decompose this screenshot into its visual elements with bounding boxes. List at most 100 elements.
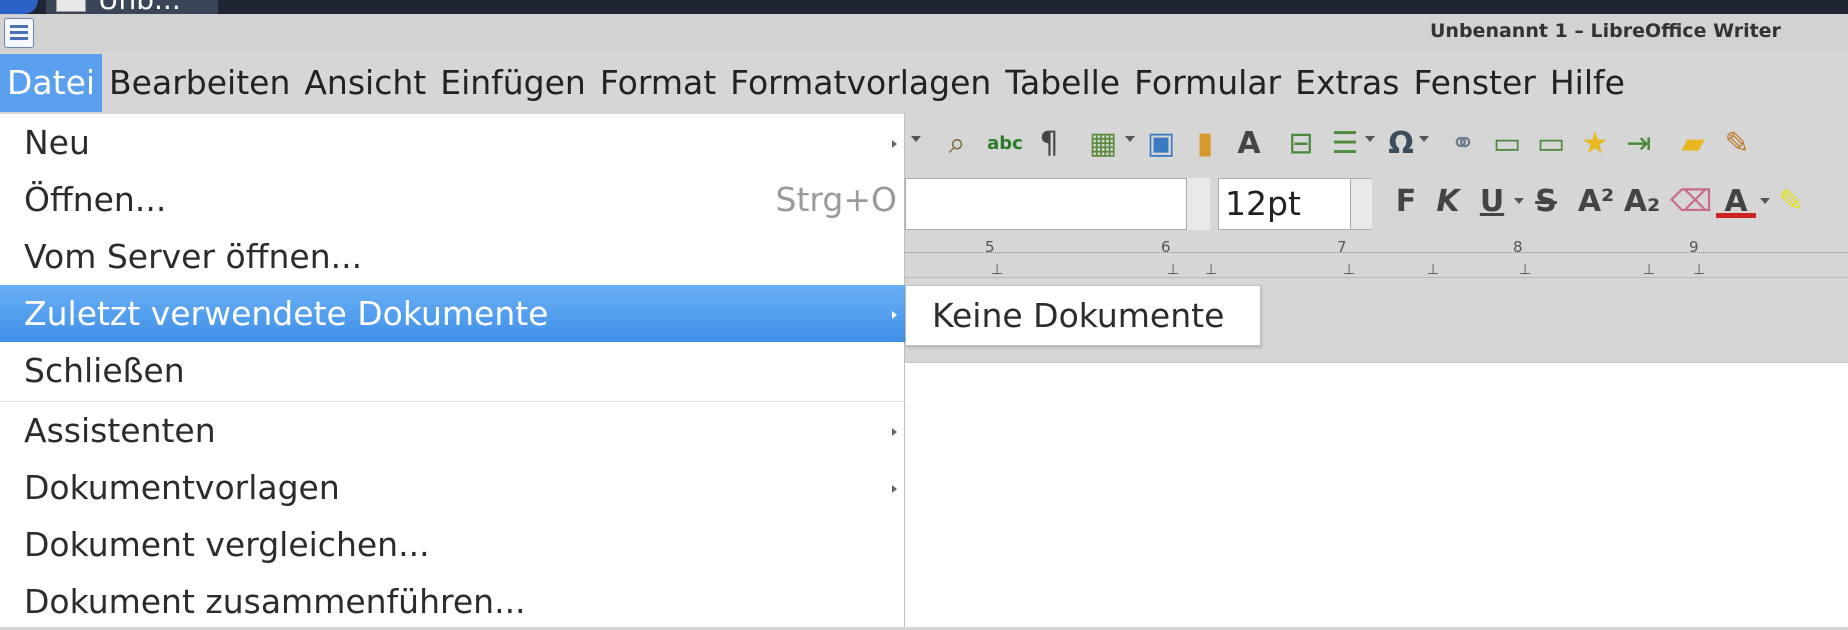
menu-item-dokument-vergleichen[interactable]: Dokument vergleichen... — [0, 516, 905, 573]
submenu-arrow-icon — [892, 140, 897, 148]
ruler-number: 8 — [1513, 238, 1523, 256]
find-replace-icon[interactable]: ⌕ — [937, 124, 977, 164]
font-name-dropdown-icon[interactable] — [1186, 178, 1210, 230]
menu-formatvorlagen[interactable]: Formatvorlagen — [723, 54, 998, 112]
writer-document-icon — [56, 0, 86, 12]
menu-item-label: Dokument vergleichen... — [24, 525, 430, 564]
field-dropdown-icon[interactable] — [1365, 136, 1375, 142]
text-format-buttons: F K U S A² A₂ ⌫ A ✎ — [1380, 172, 1848, 234]
menu-item-oeffnen[interactable]: Öffnen... Strg+O — [0, 171, 905, 228]
tab-stop-icon[interactable]: ⊥ — [1693, 262, 1705, 278]
no-documents-label: Keine Dokumente — [932, 296, 1225, 335]
font-name-input[interactable] — [905, 178, 1210, 230]
font-color-dropdown-icon[interactable] — [1760, 198, 1770, 204]
italic-icon[interactable]: K — [1428, 182, 1468, 222]
underline-icon[interactable]: U — [1472, 182, 1512, 222]
menu-item-dokumentvorlagen[interactable]: Dokumentvorlagen — [0, 459, 905, 516]
menu-fenster[interactable]: Fenster — [1406, 54, 1542, 112]
window-title: Unbenannt 1 – LibreOffice Writer — [1430, 20, 1781, 42]
os-taskbar: Unb... — [0, 0, 1848, 14]
menu-extras[interactable]: Extras — [1288, 54, 1406, 112]
insert-chart-icon[interactable]: ▮ — [1185, 124, 1225, 164]
tab-stop-icon[interactable]: ⊥ — [1427, 262, 1439, 278]
menu-hilfe[interactable]: Hilfe — [1543, 54, 1632, 112]
menu-item-neu[interactable]: Neu — [0, 114, 905, 171]
menu-ansicht[interactable]: Ansicht — [297, 54, 433, 112]
footnote-icon[interactable]: ▭ — [1487, 124, 1527, 164]
subscript-icon[interactable]: A₂ — [1622, 182, 1662, 222]
menu-item-label: Schließen — [24, 351, 185, 390]
tab-stop-icon[interactable]: ⊥ — [1643, 262, 1655, 278]
dropdown-arrow-icon[interactable] — [911, 136, 921, 142]
menu-item-assistenten[interactable]: Assistenten — [0, 402, 905, 459]
ruler-ticks — [905, 252, 1848, 258]
submenu-arrow-icon — [892, 485, 897, 493]
ruler-number: 5 — [985, 238, 995, 256]
menu-tabelle[interactable]: Tabelle — [998, 54, 1127, 112]
insert-pagebreak-icon[interactable]: ⊟ — [1281, 124, 1321, 164]
recent-documents-submenu[interactable]: Keine Dokumente — [905, 285, 1261, 346]
insert-table-icon[interactable]: ▦ — [1083, 124, 1123, 164]
file-menu-dropdown: Neu Öffnen... Strg+O Vom Server öffnen..… — [0, 114, 905, 627]
highlight-icon[interactable]: ✎ — [1776, 182, 1806, 222]
font-size-dropdown-icon[interactable] — [1350, 178, 1372, 230]
taskbar-window-button[interactable]: Unb... — [46, 0, 218, 14]
menu-shortcut: Strg+O — [775, 180, 897, 219]
hyperlink-icon[interactable]: ⚭ — [1443, 124, 1483, 164]
taskbar-window-label: Unb... — [98, 0, 181, 14]
tab-stop-icon[interactable]: ⊥ — [1167, 262, 1179, 278]
bookmark-icon[interactable]: ★ — [1575, 124, 1615, 164]
document-page[interactable] — [905, 362, 1848, 627]
os-start-icon[interactable] — [0, 0, 38, 14]
ruler-number: 7 — [1337, 238, 1347, 256]
menu-item-label: Vom Server öffnen... — [24, 237, 363, 276]
menu-datei[interactable]: Datei — [0, 54, 103, 112]
strikethrough-icon[interactable]: S — [1526, 182, 1566, 222]
ruler-number: 9 — [1689, 238, 1699, 256]
special-character-icon[interactable]: Ω — [1381, 124, 1421, 164]
menu-item-vom-server-oeffnen[interactable]: Vom Server öffnen... — [0, 228, 905, 285]
table-dropdown-icon[interactable] — [1125, 136, 1135, 142]
bold-icon[interactable]: F — [1386, 182, 1426, 222]
underline-dropdown-icon[interactable] — [1514, 198, 1524, 204]
superscript-icon[interactable]: A² — [1576, 182, 1616, 222]
insert-image-icon[interactable]: ▣ — [1141, 124, 1181, 164]
comment-icon[interactable]: ▰ — [1673, 124, 1713, 164]
font-size-input[interactable]: 12pt — [1218, 178, 1372, 230]
menu-item-label: Assistenten — [24, 411, 216, 450]
menu-einfuegen[interactable]: Einfügen — [433, 54, 593, 112]
insert-textbox-icon[interactable]: A — [1229, 124, 1269, 164]
menu-item-label: Neu — [24, 123, 90, 162]
special-char-dropdown-icon[interactable] — [1419, 136, 1429, 142]
menubar: Datei Bearbeiten Ansicht Einfügen Format… — [0, 52, 1848, 114]
clear-formatting-icon[interactable]: ⌫ — [1670, 182, 1712, 222]
menu-item-zuletzt-verwendet[interactable]: Zuletzt verwendete Dokumente — [0, 285, 905, 342]
menu-formular[interactable]: Formular — [1127, 54, 1288, 112]
menu-format[interactable]: Format — [593, 54, 723, 112]
menu-item-dokument-zusammenfuehren[interactable]: Dokument zusammenführen... — [0, 573, 905, 630]
menu-item-label: Dokumentvorlagen — [24, 468, 340, 507]
window-titlebar: Unbenannt 1 – LibreOffice Writer — [0, 14, 1848, 52]
writer-app-icon[interactable] — [4, 18, 34, 48]
menu-item-label: Öffnen... — [24, 180, 167, 219]
track-changes-icon[interactable]: ✎ — [1717, 124, 1757, 164]
tab-stop-icon[interactable]: ⊥ — [991, 262, 1003, 278]
spellcheck-icon[interactable]: abc — [985, 124, 1025, 164]
standard-toolbar: ⌕ abc ¶ ▦ ▣ ▮ A ⊟ ☰ Ω ⚭ ▭ ▭ ★ ⇥ ▰ ✎ — [905, 114, 1848, 172]
insert-field-icon[interactable]: ☰ — [1325, 124, 1365, 164]
endnote-icon[interactable]: ▭ — [1531, 124, 1571, 164]
submenu-arrow-icon — [892, 428, 897, 436]
menu-item-schliessen[interactable]: Schließen — [0, 342, 905, 399]
horizontal-ruler[interactable]: 5 6 7 8 9 ⊥ ⊥ ⊥ ⊥ ⊥ ⊥ ⊥ ⊥ — [905, 238, 1848, 278]
menu-item-label: Dokument zusammenführen... — [24, 582, 526, 621]
tab-stop-icon[interactable]: ⊥ — [1205, 262, 1217, 278]
ruler-number: 6 — [1161, 238, 1171, 256]
cross-reference-icon[interactable]: ⇥ — [1619, 124, 1659, 164]
menu-bearbeiten[interactable]: Bearbeiten — [102, 54, 297, 112]
formatting-marks-icon[interactable]: ¶ — [1029, 124, 1069, 164]
tab-stop-icon[interactable]: ⊥ — [1343, 262, 1355, 278]
font-color-icon[interactable]: A — [1716, 182, 1756, 219]
submenu-arrow-icon — [892, 311, 897, 319]
menu-item-label: Zuletzt verwendete Dokumente — [24, 294, 549, 333]
tab-stop-icon[interactable]: ⊥ — [1519, 262, 1531, 278]
